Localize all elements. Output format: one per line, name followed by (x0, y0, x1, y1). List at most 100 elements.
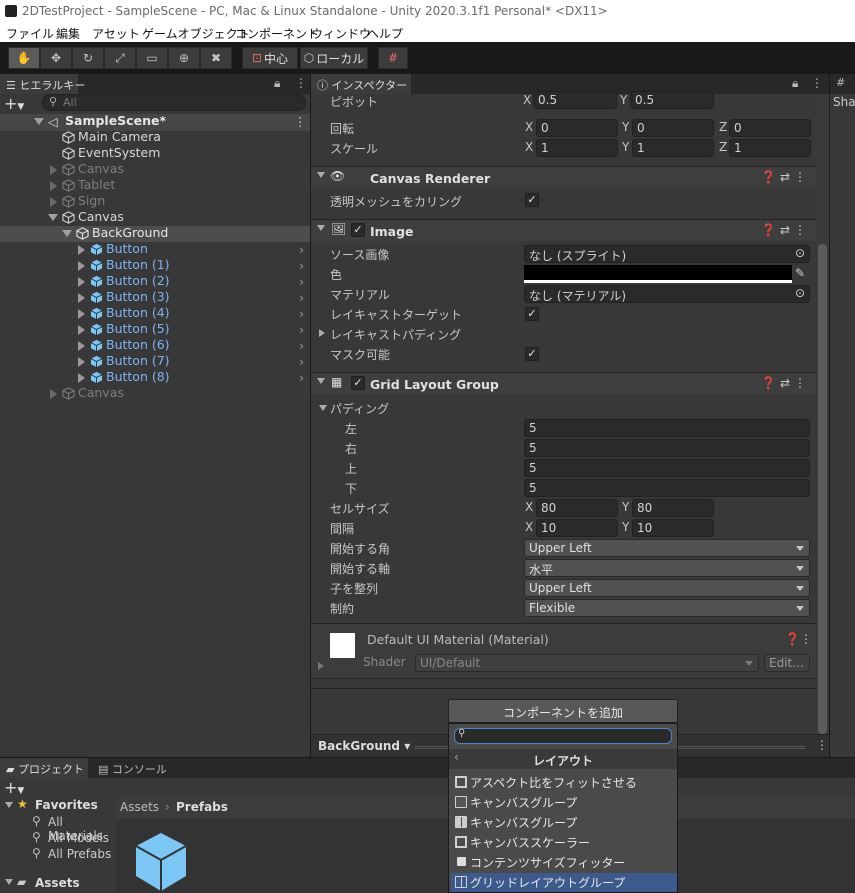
expand-icon[interactable] (50, 197, 57, 207)
scrollbar-thumb[interactable] (818, 244, 827, 734)
popup-item-grid-layout-group[interactable]: グリッドレイアウトグループ (451, 873, 677, 892)
expand-icon[interactable] (5, 879, 13, 885)
chevron-right-icon[interactable]: › (299, 275, 304, 289)
expand-icon[interactable] (78, 357, 85, 367)
tab-hierarchy[interactable]: ☰ ヒエラルキー (0, 74, 85, 94)
menu-gameobject[interactable]: ゲームオブジェクト (142, 25, 250, 42)
rect-tool-button[interactable]: ▭ (136, 47, 168, 69)
shader-edit-button[interactable]: Edit... (764, 654, 810, 672)
start-axis-dropdown[interactable]: 水平 (524, 559, 810, 577)
canvas-renderer-header[interactable]: 👁︎ Canvas Renderer ❓⇄⋮ (311, 166, 816, 188)
chevron-right-icon[interactable]: › (299, 243, 304, 257)
rotation-z-field[interactable]: 0 (729, 119, 811, 137)
more-icon[interactable]: ⋮ (816, 738, 828, 752)
start-corner-dropdown[interactable]: Upper Left (524, 539, 810, 557)
fav-all-models[interactable]: All Models (48, 831, 109, 845)
image-enabled-checkbox[interactable]: ✓ (351, 223, 365, 237)
cell-size-x-field[interactable]: 80 (536, 499, 618, 517)
breadcrumb-assets[interactable]: Assets (120, 800, 159, 814)
scale-z-field[interactable]: 1 (729, 139, 811, 157)
expand-icon[interactable] (62, 230, 72, 237)
list-item-button[interactable]: Button (8) › (0, 369, 310, 386)
padding-bottom-field[interactable]: 5 (524, 479, 810, 497)
component-header-icons[interactable]: ❓⇄⋮ (761, 376, 810, 390)
list-item[interactable]: EventSystem (0, 145, 310, 162)
chevron-right-icon[interactable]: › (299, 371, 304, 385)
expand-icon[interactable] (78, 277, 85, 287)
list-item[interactable]: Sign (0, 193, 310, 210)
padding-top-field[interactable]: 5 (524, 459, 810, 477)
component-search-input[interactable]: ⚲ (454, 728, 672, 744)
prefab-icon[interactable] (134, 831, 188, 893)
scale-y-field[interactable]: 1 (632, 139, 714, 157)
list-item[interactable]: Canvas (0, 161, 310, 178)
expand-icon[interactable] (78, 341, 85, 351)
list-item-button[interactable]: Button (4) › (0, 305, 310, 322)
add-component-button[interactable]: コンポーネントを追加 (448, 699, 678, 723)
lock-icon[interactable]: 🔒︎ (274, 76, 280, 91)
list-item[interactable]: Canvas (0, 209, 310, 226)
list-item-button[interactable]: Button (7) › (0, 353, 310, 370)
expand-icon[interactable] (5, 802, 13, 808)
chevron-right-icon[interactable]: › (299, 323, 304, 337)
favorites-label[interactable]: Favorites (35, 798, 98, 812)
expand-icon[interactable] (78, 373, 85, 383)
shader-dropdown[interactable]: UI/Default (415, 654, 759, 672)
expand-icon[interactable] (78, 261, 85, 271)
menu-file[interactable]: ファイル (6, 25, 54, 42)
list-item-button[interactable]: Button (1) › (0, 257, 310, 274)
list-item-button[interactable]: Button (2) › (0, 273, 310, 290)
more-icon[interactable]: ⋮ (295, 76, 307, 90)
scale-tool-button[interactable]: ⤢ (104, 47, 136, 69)
component-header-icons[interactable]: ❓⇄⋮ (761, 170, 810, 184)
fav-all-prefabs[interactable]: All Prefabs (48, 847, 111, 861)
raycast-padding-label[interactable]: レイキャストパディング (330, 326, 461, 343)
scene-more-icon[interactable]: ⋮ (294, 114, 307, 129)
expand-icon[interactable] (50, 165, 57, 175)
chevron-right-icon[interactable]: › (299, 291, 304, 305)
list-item-button[interactable]: Button (5) › (0, 321, 310, 338)
padding-label[interactable]: パディング (330, 400, 389, 417)
popup-item-content-size-fitter[interactable]: コンテンツサイズフィッター (451, 853, 677, 872)
menu-edit[interactable]: 編集 (56, 25, 80, 42)
custom-tool-button[interactable]: ✖ (200, 47, 232, 69)
pivot-mode-button[interactable]: ⊡ 中心 (242, 47, 298, 69)
grid-snap-button[interactable]: # (378, 47, 408, 69)
popup-item-aspect-ratio-fitter[interactable]: アスペクト比をフィットさせる (451, 773, 677, 792)
inspector-scrollbar[interactable] (816, 94, 829, 734)
expand-icon[interactable] (318, 662, 324, 670)
hand-tool-button[interactable]: ✋ (8, 47, 40, 69)
cull-mesh-checkbox[interactable]: ✓ (525, 193, 539, 207)
spacing-y-field[interactable]: 10 (632, 519, 714, 537)
collapse-icon[interactable] (317, 225, 325, 231)
transform-tool-button[interactable]: ⊕ (168, 47, 200, 69)
expand-icon[interactable] (78, 245, 85, 255)
scale-x-field[interactable]: 1 (536, 139, 618, 157)
footer-object-label[interactable]: BackGround ▾ (318, 739, 410, 753)
move-tool-button[interactable]: ✥ (40, 47, 72, 69)
more-icon[interactable]: ⋮ (811, 76, 823, 90)
chevron-right-icon[interactable]: › (299, 339, 304, 353)
grid-layout-header[interactable]: ▦ ✓ Grid Layout Group ❓⇄⋮ (311, 372, 816, 394)
rotation-x-field[interactable]: 0 (536, 119, 618, 137)
object-picker-icon[interactable]: ⊙ (795, 286, 805, 300)
maskable-checkbox[interactable]: ✓ (525, 347, 539, 361)
raycast-target-checkbox[interactable]: ✓ (525, 307, 539, 321)
cell-size-y-field[interactable]: 80 (632, 499, 714, 517)
tab-project[interactable]: ▰ プロジェクト (0, 758, 88, 778)
material-thumbnail[interactable] (330, 633, 355, 658)
menu-help[interactable]: ヘルプ (367, 25, 403, 42)
object-picker-icon[interactable]: ⊙ (795, 246, 805, 260)
source-image-field[interactable]: なし (スプライト) ⊙ (524, 245, 810, 263)
padding-left-field[interactable]: 5 (524, 419, 810, 437)
expand-icon[interactable] (78, 293, 85, 303)
list-item[interactable]: Tablet (0, 177, 310, 194)
hierarchy-search-input[interactable]: ⚲ All (42, 94, 306, 111)
menu-assets[interactable]: アセット (92, 25, 140, 42)
eyedropper-icon[interactable]: ✎ (795, 266, 805, 280)
list-item-button[interactable]: Button (3) › (0, 289, 310, 306)
pivot-x-field[interactable]: 0.5 (533, 91, 617, 109)
spacing-x-field[interactable]: 10 (536, 519, 618, 537)
tab-inspector[interactable]: ⓘ インスペクター (311, 74, 411, 94)
material-field[interactable]: なし (マテリアル) ⊙ (524, 285, 810, 303)
